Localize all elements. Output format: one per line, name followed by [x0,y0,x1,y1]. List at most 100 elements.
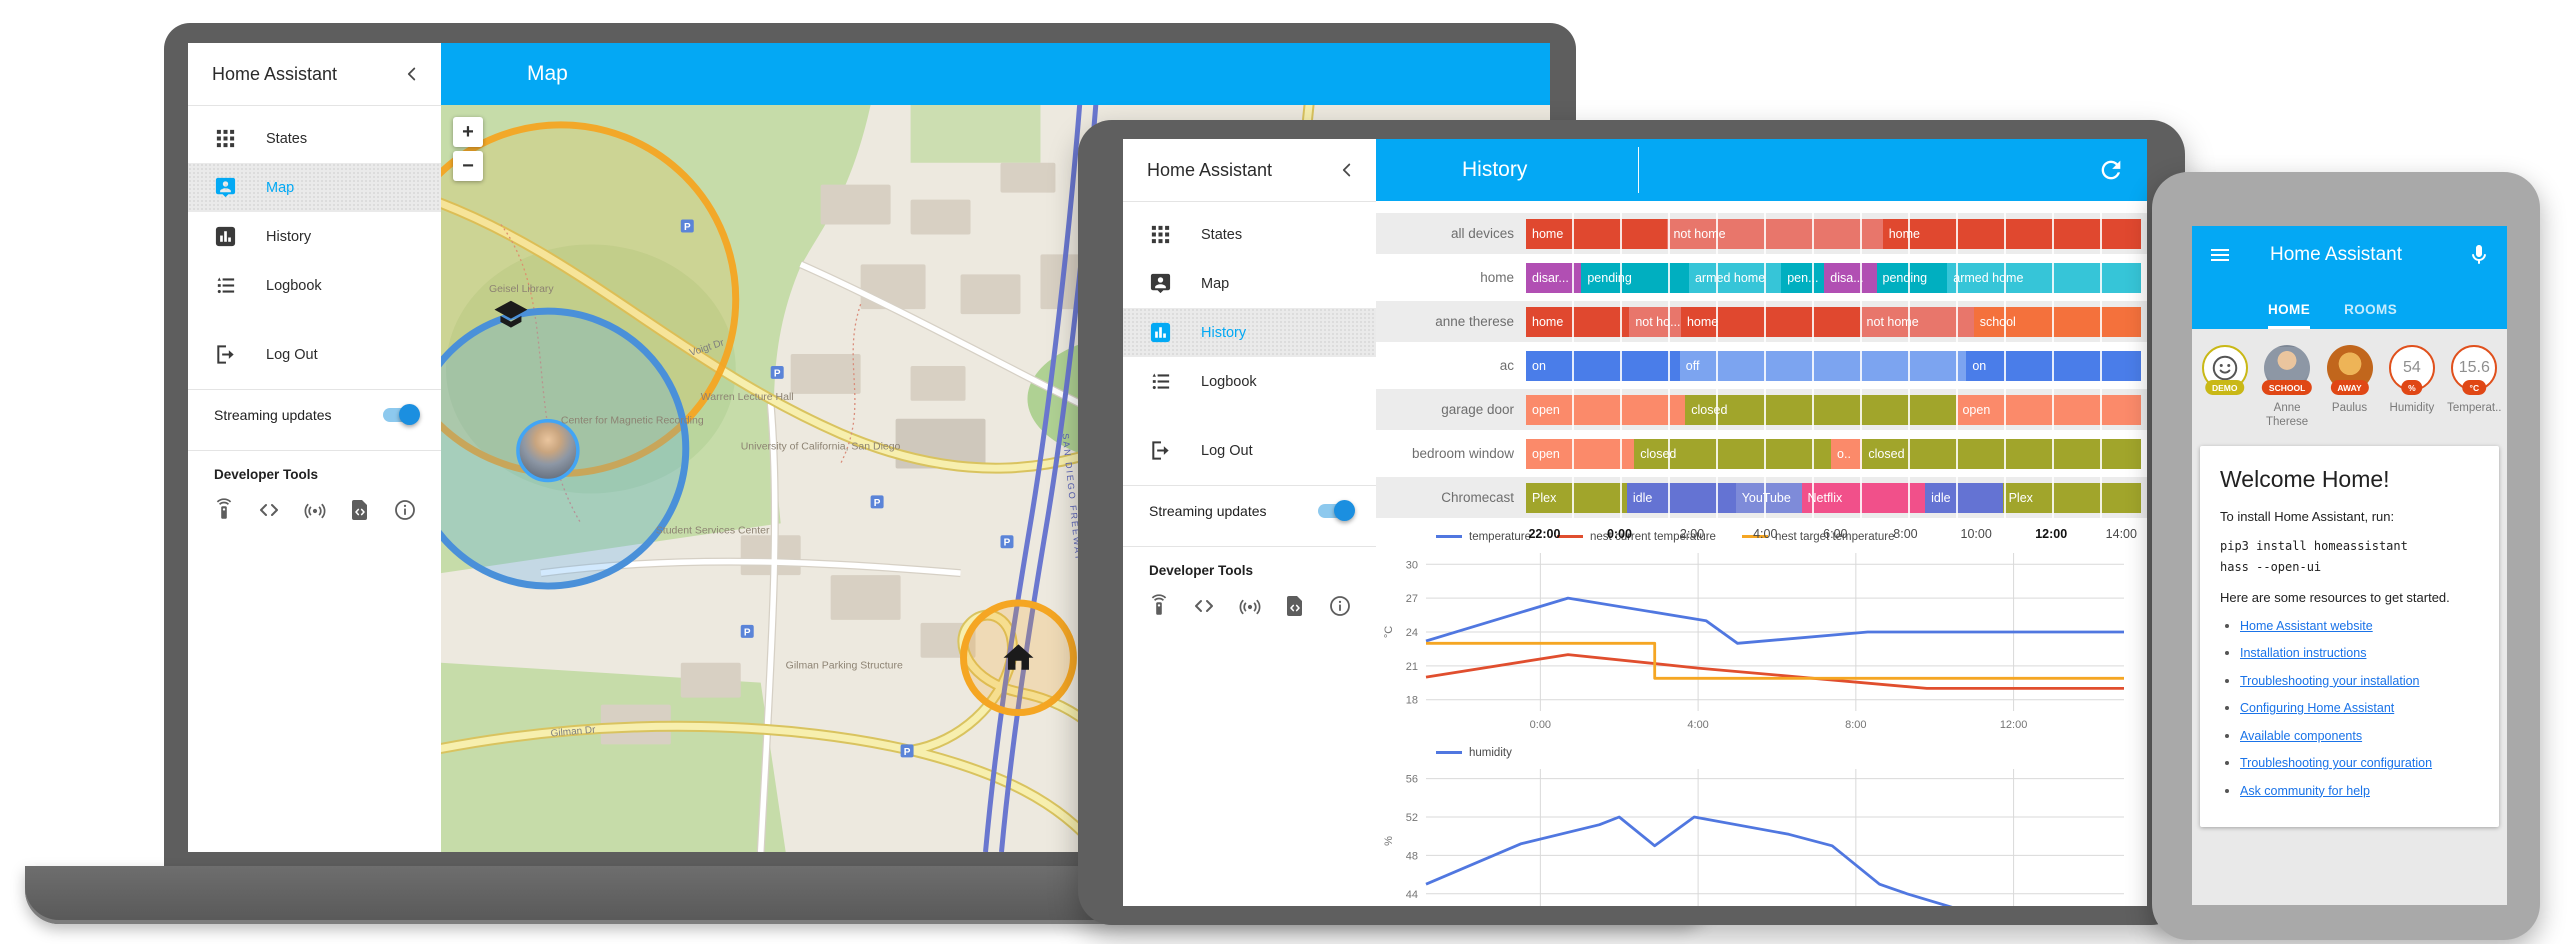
entity-label: garage door [1376,402,1526,417]
laptop-appbar: Map [441,43,1550,105]
humidity-chart: humidity 444852560:004:008:0012:00% [1376,737,2147,906]
svg-text:24: 24 [1406,627,1418,639]
link-configuring-home-assistant[interactable]: Configuring Home Assistant [2240,701,2394,715]
link-available-components[interactable]: Available components [2240,729,2362,743]
state-bar: openclosedo..closed [1526,439,2141,469]
map-zoom-out-button[interactable]: − [453,151,483,181]
svg-text:12:00: 12:00 [2000,719,2028,731]
map-label: Center for Magnetic Recording [561,416,704,427]
axis-tick-label: 4:00 [1753,527,1777,541]
sidebar-item-states[interactable]: States [188,114,441,163]
map-zoom-controls: + − [453,117,483,181]
info-button[interactable] [1328,594,1352,618]
remote-control-button[interactable] [212,498,236,522]
svg-text:52: 52 [1406,812,1418,824]
badge-pill: AWAY [2330,380,2368,395]
streaming-updates-toggle[interactable] [1318,504,1352,518]
state-segment: home [1681,307,1861,337]
axis-tick-label: 8:00 [1893,527,1917,541]
link-troubleshooting-your-installation[interactable]: Troubleshooting your installation [2240,674,2420,688]
remote-control-button[interactable] [1147,594,1171,618]
entity-label: all devices [1376,226,1526,241]
badge-demo[interactable]: DEMO [2196,345,2253,430]
state-segment: home [1883,219,2141,249]
state-segment: not home [1667,219,1882,249]
state-segment: closed [1685,395,1956,425]
streaming-updates-row: Streaming updates [1123,486,1376,536]
sidebar-item-history[interactable]: History [1123,308,1376,357]
badge-paulus[interactable]: AWAY Paulus [2321,345,2378,430]
tablet-appbar: History [1376,139,2147,201]
collapse-sidebar-button[interactable] [1336,159,1358,181]
link-troubleshooting-your-configuration[interactable]: Troubleshooting your configuration [2240,756,2432,770]
app-title: Home Assistant [2270,244,2467,266]
badge-temperat-[interactable]: 15.6°CTemperat.. [2446,345,2503,430]
tablet-device: Home AssistantStatesMapHistoryLogbookLog… [1078,120,2185,925]
humidity-chart-plot: 444852560:004:008:0012:00% [1380,761,2140,906]
broadcast-button[interactable] [1238,594,1262,618]
sidebar-item-logbook[interactable]: Logbook [188,261,441,310]
card-title: Welcome Home! [2220,466,2479,493]
install-code: pip3 install homeassistant hass --open-u… [2220,536,2479,578]
sidebar-item-label: Logbook [1201,374,1257,390]
axis-tick-label: 14:00 [2106,527,2137,541]
microphone-button[interactable] [2467,243,2491,267]
sidebar-item-log-out[interactable]: Log Out [1123,426,1376,475]
badge-name: Paulus [2321,401,2378,415]
parking-icon: P [741,625,754,638]
account-location-icon [214,176,237,199]
state-bar: openclosedopen [1526,395,2141,425]
history-row-chromecast: ChromecastPlexidleYouTubeNetflixidlePlex [1376,477,2147,521]
state-segment: home [1526,219,1667,249]
sidebar-header: Home Assistant [188,43,441,106]
phone-tabs: HOME ROOMS [2192,284,2507,329]
resource-links: Home Assistant website Installation instr… [2220,617,2479,800]
series-humidity [1426,817,1958,906]
state-bar: disar...pendingarmed homepen...disa...pe… [1526,263,2141,293]
sidebar-item-log-out[interactable]: Log Out [188,330,441,379]
apps-icon [1149,223,1172,246]
badge-anne-therese[interactable]: SCHOOLAnne Therese [2258,345,2315,430]
card-intro: To install Home Assistant, run: [2220,509,2479,524]
badge-pill: °C [2463,380,2487,395]
state-segment: off [1680,351,1967,381]
tab-home[interactable]: HOME [2268,302,2310,329]
state-segment: closed [1634,439,1831,469]
file-code-button[interactable] [1283,594,1307,618]
sidebar-item-map[interactable]: Map [1123,259,1376,308]
code-tags-button[interactable] [257,498,281,522]
history-row-anne-therese: anne theresehomenot ho...homenot homesch… [1376,301,2147,345]
link-ask-community-for-help[interactable]: Ask community for help [2240,784,2370,798]
refresh-button[interactable] [2097,156,2125,184]
link-installation-instructions[interactable]: Installation instructions [2240,646,2366,660]
collapse-sidebar-button[interactable] [401,63,423,85]
developer-tools-icons [188,486,441,534]
tab-rooms[interactable]: ROOMS [2344,302,2397,329]
state-segment: YouTube [1736,483,1802,513]
state-segment: pending [1581,263,1689,293]
parking-icon: P [771,366,784,379]
developer-tools-label: Developer Tools [1123,547,1376,582]
state-segment: disa... [1824,263,1876,293]
series-temperature [1426,598,2124,643]
sidebar-item-map[interactable]: Map [188,163,441,212]
map-zoom-in-button[interactable]: + [453,117,483,147]
menu-button[interactable] [2208,243,2232,267]
broadcast-button[interactable] [303,498,327,522]
state-segment: Plex [2003,483,2141,513]
streaming-updates-toggle[interactable] [383,408,417,422]
app-title: Home Assistant [1147,160,1272,181]
svg-text:21: 21 [1406,661,1418,673]
apps-icon [214,127,237,150]
sidebar-item-logbook[interactable]: Logbook [1123,357,1376,406]
sidebar-item-history[interactable]: History [188,212,441,261]
badge-humidity[interactable]: 54%Humidity [2383,345,2440,430]
code-tags-button[interactable] [1192,594,1216,618]
appbar-divider [1638,147,1639,193]
link-home-assistant-website[interactable]: Home Assistant website [2240,619,2373,633]
info-button[interactable] [393,498,417,522]
avatar: SCHOOL [2264,345,2310,391]
sidebar-item-states[interactable]: States [1123,210,1376,259]
file-code-button[interactable] [348,498,372,522]
svg-text:0:00: 0:00 [1530,719,1551,731]
